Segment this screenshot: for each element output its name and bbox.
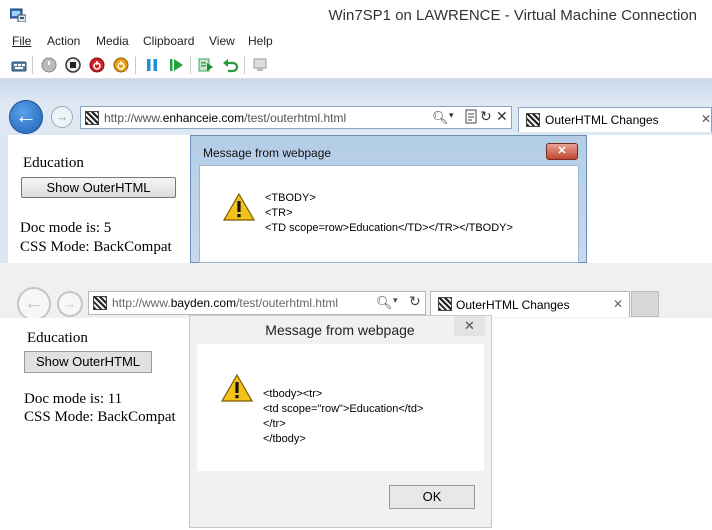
browser1-tab[interactable]: OuterHTML Changes ✕ <box>518 107 712 132</box>
browser1-dialog-line-3: <TD scope=row>Education</TD></TR></TBODY… <box>265 222 513 234</box>
menu-help[interactable]: Help <box>248 34 273 48</box>
dropdown-arrow-icon[interactable]: ▾ <box>449 110 454 121</box>
url-path: /test/outerhtml.html <box>244 111 347 125</box>
toolbar <box>0 52 712 79</box>
browser1-dialog-title: Message from webpage <box>203 146 332 160</box>
browser2-dialog-line-2: <td scope="row">Education</td> <box>263 403 424 415</box>
browser1-dialog-line-1: <TBODY> <box>265 192 316 204</box>
forward-arrow-icon: → <box>63 296 77 311</box>
browser2-dialog-line-1: <tbody><tr> <box>263 388 323 400</box>
tab-close-icon[interactable]: ✕ <box>613 297 623 311</box>
browser1-tab-title: OuterHTML Changes <box>545 113 659 127</box>
forward-arrow-icon: → <box>55 109 69 124</box>
browser2-url[interactable]: http://www.bayden.com/test/outerhtml.htm… <box>112 296 338 310</box>
tab-close-icon[interactable]: ✕ <box>701 112 711 126</box>
browser2-show-outerhtml-button[interactable]: Show OuterHTML <box>24 351 152 373</box>
refresh-icon[interactable]: ↻ <box>480 108 492 125</box>
url-domain: bayden.com <box>170 296 237 310</box>
title-bar: Win7SP1 on LAWRENCE - Virtual Machine Co… <box>0 0 712 32</box>
browser2-dialog-line-4: </tbody> <box>263 433 306 445</box>
menu-view-label: View <box>209 34 235 48</box>
stop-icon[interactable]: ✕ <box>496 108 508 125</box>
browser1-url[interactable]: http://www.enhanceie.com/test/outerhtml.… <box>104 111 346 125</box>
toolbar-separator <box>135 56 136 74</box>
pause-icon[interactable] <box>143 56 161 74</box>
menu-action-label: Action <box>47 34 81 48</box>
browser2-doc-mode: Doc mode is: 11 <box>24 391 123 407</box>
back-arrow-icon: ← <box>15 103 37 128</box>
menu-action[interactable]: Action <box>47 34 80 48</box>
close-icon: ✕ <box>557 145 567 157</box>
browser1-back-button[interactable]: ← <box>9 100 43 134</box>
page-favicon-icon <box>93 296 107 310</box>
shut-down-icon[interactable] <box>88 56 106 74</box>
warning-icon <box>222 192 256 221</box>
browser2-tab[interactable]: OuterHTML Changes ✕ <box>430 291 630 317</box>
start-icon[interactable] <box>40 56 58 74</box>
browser1-heading: Education <box>23 155 84 171</box>
url-domain: enhanceie.com <box>162 111 245 125</box>
toolbar-separator <box>244 56 245 74</box>
browser2-dialog-close-button[interactable]: ✕ <box>454 316 485 336</box>
url-path: /test/outerhtml.html <box>236 296 339 310</box>
menu-clipboard[interactable]: Clipboard <box>143 34 194 48</box>
menu-view[interactable]: View <box>209 34 235 48</box>
menu-media[interactable]: Media <box>96 34 129 48</box>
toolbar-separator <box>32 56 33 74</box>
warning-icon <box>220 373 254 402</box>
refresh-icon[interactable]: ↻ <box>409 293 421 310</box>
reset-icon[interactable] <box>167 56 185 74</box>
toolbar-separator <box>190 56 191 74</box>
browser1-dialog-close-button[interactable]: ✕ <box>546 143 578 160</box>
menu-clipboard-label: Clipboard <box>143 34 195 48</box>
browser2-heading: Education <box>27 330 88 346</box>
search-icon[interactable]: 🔍︎ <box>376 295 393 311</box>
browser1-address-bar[interactable]: http://www.enhanceie.com/test/outerhtml.… <box>80 106 512 129</box>
menu-file[interactable]: File <box>12 34 31 48</box>
close-icon: ✕ <box>464 318 475 333</box>
browser2-address-bar[interactable]: http://www.bayden.com/test/outerhtml.htm… <box>88 291 426 315</box>
browser2-dialog-line-3: </tr> <box>263 418 286 430</box>
browser1-css-mode: CSS Mode: BackCompat <box>20 239 172 255</box>
browser2-tab-title: OuterHTML Changes <box>456 298 570 312</box>
new-tab-button[interactable] <box>631 291 659 317</box>
snapshot-icon[interactable] <box>197 56 215 74</box>
browser2-dialog-title: Message from webpage <box>265 322 415 338</box>
browser1-doc-mode: Doc mode is: 5 <box>20 220 112 236</box>
menu-help-label: Help <box>248 34 273 48</box>
browser2-back-button[interactable]: ← <box>17 287 51 321</box>
window-title: Win7SP1 on LAWRENCE - Virtual Machine Co… <box>328 7 698 24</box>
search-icon[interactable]: 🔍︎ <box>432 110 449 126</box>
turn-off-icon[interactable] <box>64 56 82 74</box>
revert-icon[interactable] <box>221 56 239 74</box>
browser2-forward-button[interactable]: → <box>57 291 83 317</box>
tab-favicon-icon <box>526 113 540 127</box>
dropdown-arrow-icon[interactable]: ▾ <box>393 295 398 306</box>
menu-file-label: File <box>12 34 32 48</box>
browser2-css-mode: CSS Mode: BackCompat <box>24 409 176 425</box>
menu-media-label: Media <box>96 34 129 48</box>
ctrl-alt-del-icon[interactable] <box>10 56 28 74</box>
enhanced-session-icon[interactable] <box>251 56 269 74</box>
browser1-dialog-body <box>199 165 579 263</box>
tab-favicon-icon <box>438 297 452 311</box>
browser2-dialog-ok-button[interactable]: OK <box>389 485 475 509</box>
guest-browser-titlebar <box>0 79 712 101</box>
page-favicon-icon <box>85 111 99 125</box>
browser1-dialog-line-2: <TR> <box>265 207 293 219</box>
browser1-show-outerhtml-button[interactable]: Show OuterHTML <box>21 177 176 198</box>
url-prefix: http://www. <box>104 111 163 125</box>
back-arrow-icon: ← <box>24 292 44 314</box>
compatibility-view-icon[interactable] <box>465 109 477 124</box>
browser1-forward-button[interactable]: → <box>51 106 73 128</box>
save-icon[interactable] <box>112 56 130 74</box>
url-prefix: http://www. <box>112 296 171 310</box>
